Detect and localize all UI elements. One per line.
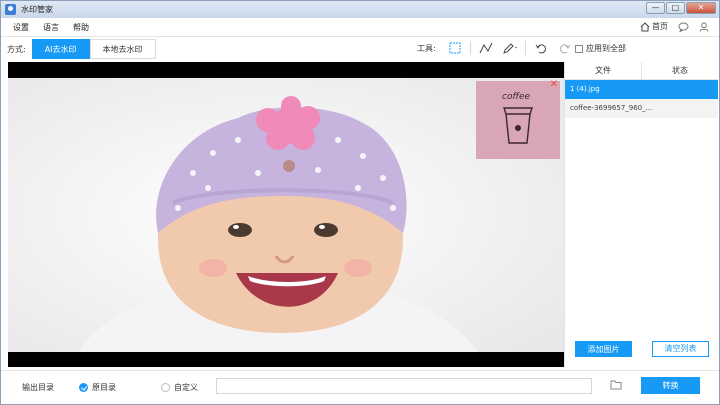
menu-settings[interactable]: 设置 [13,22,29,33]
top-right-actions: 首页 [640,21,709,32]
app-window: 水印管家 — □ ✕ 设置 语言 帮助 首页 方式: AI去水印 本地去水印 工… [0,0,720,405]
file-list-panel: 文件 状态 1 (4).jpg coffee-3699657_960_... 添… [564,62,718,367]
window-title: 水印管家 [21,5,53,14]
minimize-button[interactable]: — [646,2,665,14]
tool-group: 工具: [417,40,580,56]
tool-divider [524,41,526,55]
redo-button[interactable] [556,40,574,56]
close-window-button[interactable]: ✕ [686,2,716,14]
mode-label: 方式: [7,44,26,54]
home-label: 首页 [652,22,668,31]
tools-label: 工具: [417,43,436,53]
watermark-selection[interactable]: ✕ coffee [476,79,560,159]
file-row[interactable]: coffee-3699657_960_... [565,99,718,118]
output-bar: 输出目录 原目录 自定义 转换 [1,370,719,404]
home-button[interactable]: 首页 [640,21,668,32]
radio-unchecked-icon[interactable] [161,383,170,392]
brush-tool[interactable] [501,40,519,56]
brush-icon [502,43,517,54]
remove-selection-icon[interactable]: ✕ [550,79,558,90]
rect-select-icon [449,42,461,54]
tab-ai-remove[interactable]: AI去水印 [31,39,90,59]
file-row[interactable]: 1 (4).jpg [565,80,718,99]
chat-icon[interactable] [678,22,689,32]
menu-language[interactable]: 语言 [43,22,59,33]
toolbar: 方式: AI去水印 本地去水印 工具: 应用到全部 [1,38,719,60]
tab-local-remove[interactable]: 本地去水印 [89,39,156,59]
output-dir-label: 输出目录 [22,383,54,392]
convert-button[interactable]: 转换 [641,377,700,394]
apply-all-option[interactable]: 应用到全部 [575,43,626,54]
col-file-header[interactable]: 文件 [565,62,641,79]
undo-button[interactable] [532,40,550,56]
radio-original-label: 原目录 [92,383,116,392]
menu-bar: 设置 语言 帮助 首页 [1,18,719,37]
polyline-icon [479,42,493,54]
col-status-header[interactable]: 状态 [641,62,718,79]
undo-icon [535,44,546,54]
radio-checked-icon[interactable] [79,383,88,392]
coffee-cup-watermark: coffee [502,92,533,144]
rect-select-tool[interactable] [446,40,464,56]
maximize-button[interactable]: □ [666,2,685,14]
apply-all-checkbox[interactable] [575,44,583,53]
watermark-text: coffee [502,92,530,102]
polyline-tool[interactable] [477,40,495,56]
user-icon[interactable] [699,22,709,32]
window-controls: — □ ✕ [646,2,716,14]
app-logo-icon [5,4,16,15]
menu-help[interactable]: 帮助 [73,22,89,33]
radio-custom-dir[interactable]: 自定义 [161,382,198,393]
add-image-button[interactable]: 添加图片 [575,341,632,357]
image-canvas[interactable]: ✕ coffee [8,62,564,367]
apply-all-label: 应用到全部 [586,44,626,53]
file-panel-buttons: 添加图片 清空列表 [575,341,709,357]
folder-icon[interactable] [610,379,622,390]
radio-original-dir[interactable]: 原目录 [79,382,116,393]
file-list-header: 文件 状态 [565,62,718,80]
title-bar: 水印管家 — □ ✕ [1,1,719,18]
redo-icon [559,44,571,54]
output-path-input[interactable] [216,378,592,394]
clear-list-button[interactable]: 清空列表 [652,341,709,357]
home-icon [640,21,650,31]
radio-custom-label: 自定义 [174,383,198,392]
tool-divider [469,41,471,55]
